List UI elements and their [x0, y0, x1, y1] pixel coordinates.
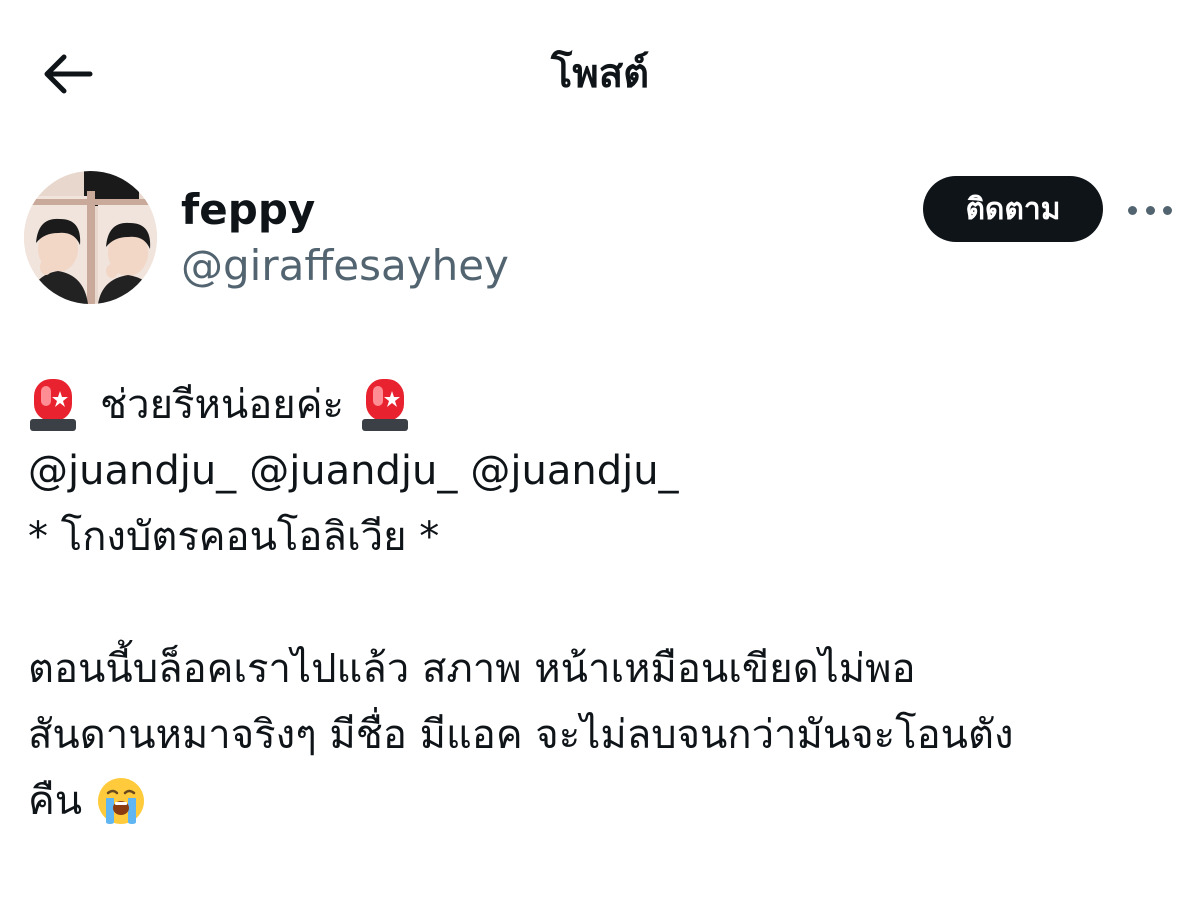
- post-line-2: สันดานหมาจริงๆ มีชื่อ มีแอค จะไม่ลบจนกว่…: [28, 712, 1014, 758]
- post-scam-line: * โกงบัตรคอนโอลิเวีย *: [28, 514, 440, 560]
- post-line-1: ตอนนี้บล็อคเราไปแล้ว สภาพ หน้าเหมือนเขีย…: [28, 646, 916, 692]
- post-line-3-wrapper: คืน: [28, 768, 1188, 834]
- avatar[interactable]: [24, 171, 157, 304]
- avatar-image: [24, 171, 157, 304]
- dot: [1145, 205, 1155, 215]
- mention-link[interactable]: @juandju_: [470, 438, 678, 504]
- more-options-button[interactable]: [1124, 190, 1176, 230]
- siren-icon: [30, 379, 76, 431]
- post-heading: ช่วยรีหน่อยค่ะ: [100, 382, 344, 428]
- crying-face-icon: [98, 778, 145, 824]
- top-bar: โพสต์: [0, 0, 1200, 150]
- siren-icon: [361, 379, 408, 431]
- page-title: โพสต์: [550, 51, 650, 97]
- dot: [1128, 205, 1137, 215]
- dot: [1163, 205, 1172, 215]
- post-heading-line: ช่วยรีหน่อยค่ะ: [28, 372, 1188, 438]
- author-display-name[interactable]: feppy: [181, 182, 315, 238]
- post-line-3: คืน: [28, 778, 83, 824]
- post-screen: โพสต์ feppy @giraffesayhey ติดตาม ช่วยรี…: [0, 0, 1200, 921]
- author-handle[interactable]: @giraffesayhey: [181, 238, 509, 294]
- mentions-line: @juandju_ @juandju_ @juandju_: [28, 438, 1188, 504]
- follow-button[interactable]: ติดตาม: [923, 176, 1103, 242]
- post-text: ช่วยรีหน่อยค่ะ @juandju_ @juandju_ @juan…: [28, 372, 1188, 834]
- mention-link[interactable]: @juandju_: [28, 438, 236, 504]
- mention-link[interactable]: @juandju_: [249, 438, 457, 504]
